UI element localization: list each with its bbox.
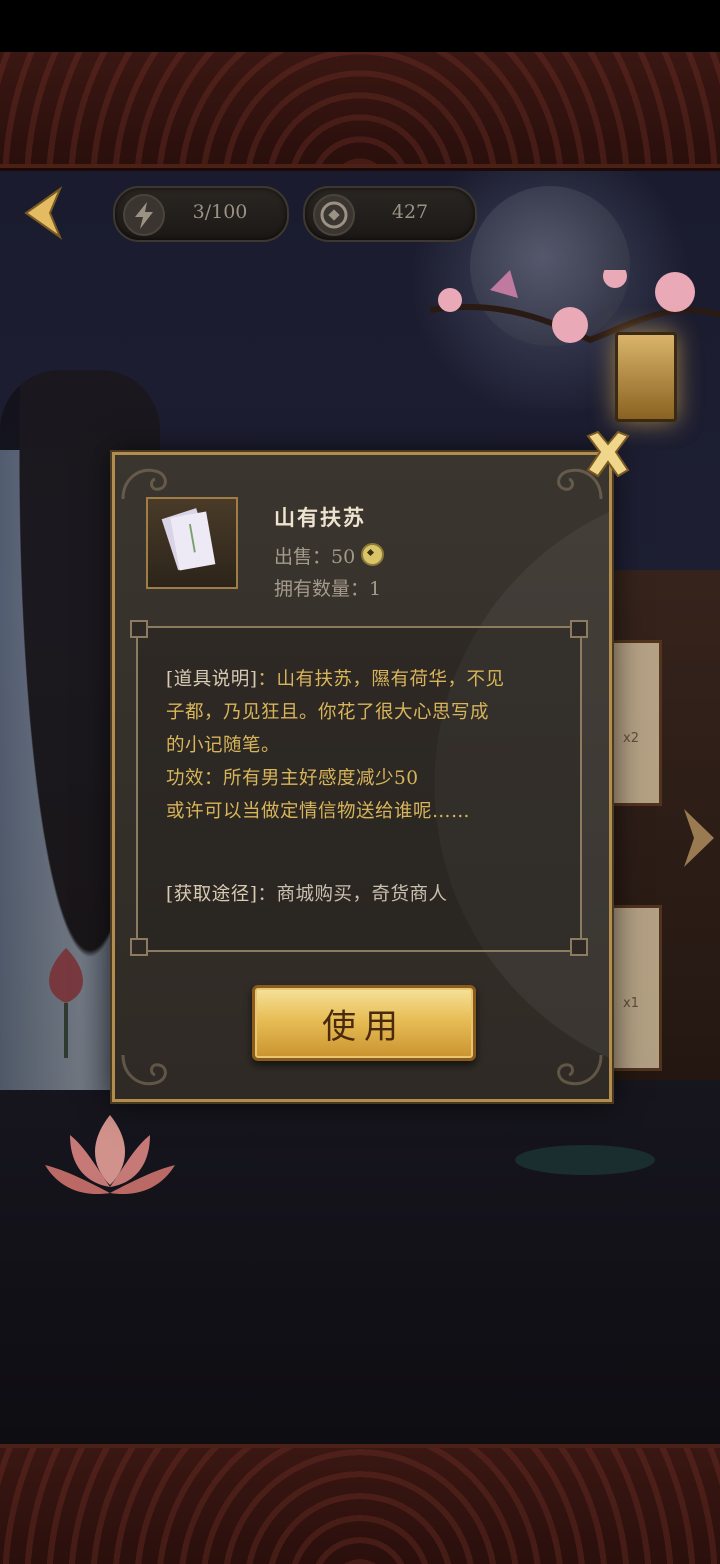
letter-paper-icon xyxy=(161,508,216,571)
inventory-item-card[interactable]: x1 xyxy=(608,905,662,1071)
hint-line: 或许可以当做定情信物送给谁呢…… xyxy=(166,801,471,822)
item-thumbnail xyxy=(146,497,238,589)
obtain-label: [获取途径] xyxy=(166,884,258,905)
item-count: x2 xyxy=(623,731,639,746)
effect-line: 功效：所有男主好感度减少50 xyxy=(166,768,419,789)
inventory-item-card[interactable]: x2 xyxy=(608,640,662,806)
panel-corner-ornament xyxy=(570,620,588,638)
energy-value: 3/100 xyxy=(192,201,248,223)
item-count: x1 xyxy=(623,996,639,1011)
sell-price-value: 50 xyxy=(331,546,356,568)
back-arrow-icon[interactable] xyxy=(20,185,68,241)
coin-icon xyxy=(361,543,385,566)
energy-counter: 3/100 xyxy=(113,186,289,242)
bottom-ornament-frame xyxy=(0,1444,720,1564)
lantern xyxy=(615,332,677,422)
item-name: 山有扶苏 xyxy=(274,505,366,530)
coin-value: 427 xyxy=(391,201,429,223)
lotus-flower xyxy=(45,1115,175,1195)
sell-label: 出售： xyxy=(274,546,332,568)
top-ornament-frame xyxy=(0,52,720,168)
description-line: [道具说明]：山有扶苏，隰有荷华，不见 xyxy=(166,669,505,690)
cloud-ornament xyxy=(557,1054,603,1086)
status-bar xyxy=(0,0,720,52)
obtain-text: ：商城购买，奇货商人 xyxy=(257,884,448,905)
panel-corner-ornament xyxy=(570,938,588,956)
lightning-icon xyxy=(123,194,165,236)
sell-price: 出售：50 xyxy=(274,542,385,569)
panel-corner-ornament xyxy=(130,620,148,638)
owned-label: 拥有数量： xyxy=(274,578,370,600)
owned-value: 1 xyxy=(369,578,382,600)
panel-corner-ornament xyxy=(130,938,148,956)
lily-pad xyxy=(515,1145,655,1175)
description-line: 子都，乃见狂且。你花了很大心思写成 xyxy=(166,702,490,723)
close-icon[interactable] xyxy=(580,426,636,482)
description-label: [道具说明] xyxy=(166,669,258,690)
obtain-method: [获取途径]：商城购买，奇货商人 xyxy=(166,880,447,906)
owned-count: 拥有数量：1 xyxy=(274,574,381,601)
use-button[interactable]: 使用 xyxy=(252,985,476,1061)
cloud-ornament xyxy=(121,1054,167,1086)
description-line: 的小记随笔。 xyxy=(166,735,281,756)
coin-counter: 427 xyxy=(303,186,477,242)
coin-icon xyxy=(313,194,355,236)
lotus-bud xyxy=(49,948,83,1058)
next-page-arrow-icon[interactable] xyxy=(680,805,718,871)
